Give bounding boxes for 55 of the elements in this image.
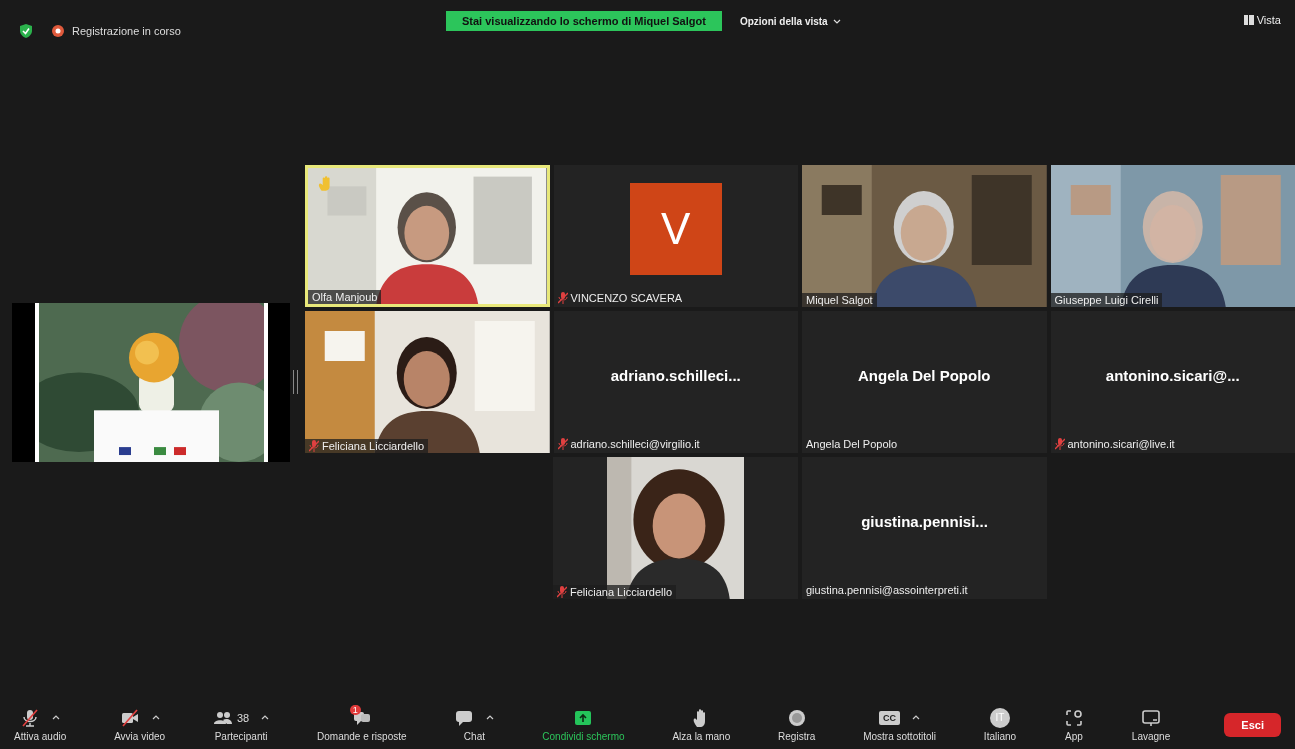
participant-count: 38 bbox=[236, 711, 250, 724]
participant-name: antonino.sicari@... bbox=[1105, 366, 1240, 384]
apps-icon bbox=[1063, 707, 1084, 728]
muted-mic-icon bbox=[1054, 438, 1065, 450]
captions-icon: CC bbox=[879, 710, 901, 725]
muted-mic-icon bbox=[557, 438, 568, 450]
toolbar-button[interactable]: Chat bbox=[450, 707, 499, 742]
caret-icon[interactable] bbox=[486, 715, 495, 720]
shield-icon[interactable] bbox=[20, 24, 32, 38]
toolbar-button[interactable]: Lavagne bbox=[1127, 707, 1175, 742]
record-icon bbox=[52, 25, 64, 37]
view-options-button[interactable]: Opzioni della vista bbox=[733, 14, 848, 28]
whiteboard-icon bbox=[1141, 707, 1161, 728]
caret-icon[interactable] bbox=[52, 715, 61, 720]
toolbar-button[interactable]: Attiva audio bbox=[10, 707, 71, 742]
layout-icon bbox=[1243, 15, 1254, 25]
caret-icon[interactable] bbox=[261, 715, 270, 720]
caret-icon[interactable] bbox=[912, 715, 921, 720]
avatar: V bbox=[629, 183, 722, 275]
toolbar-button[interactable]: 1 Domande e risposte bbox=[313, 707, 411, 742]
muted-mic-icon bbox=[557, 292, 568, 304]
toolbar-button[interactable]: 38 Partecipanti bbox=[208, 707, 274, 742]
camera-icon bbox=[119, 707, 140, 728]
participant-name: adriano.schilleci... bbox=[610, 366, 741, 384]
name-label: Angela Del Popolo bbox=[806, 438, 898, 450]
sharing-banner: Stai visualizzando lo schermo di Miquel Salgot bbox=[446, 11, 722, 31]
name-label: Feliciana Licciardello bbox=[322, 440, 425, 452]
toolbar-button[interactable]: Registra bbox=[774, 707, 820, 742]
record-icon bbox=[786, 707, 807, 728]
leave-button[interactable]: Esci bbox=[1224, 712, 1281, 737]
muted-mic-icon bbox=[309, 440, 319, 452]
recording-status: Registrazione in corso bbox=[72, 25, 181, 37]
drag-handle[interactable] bbox=[293, 370, 298, 394]
view-button[interactable]: Vista bbox=[1237, 13, 1287, 27]
mic-icon bbox=[20, 707, 41, 728]
toolbar-button[interactable]: Alza la mano bbox=[668, 707, 735, 742]
name-label: Feliciana Licciardello bbox=[570, 586, 673, 598]
caret-icon[interactable] bbox=[151, 715, 160, 720]
chevron-down-icon bbox=[833, 19, 842, 25]
toolbar-button[interactable]: App bbox=[1059, 707, 1088, 742]
participant-name: Angela Del Popolo bbox=[858, 366, 991, 384]
name-label: VINCENZO SCAVERA bbox=[570, 292, 683, 304]
muted-mic-icon bbox=[557, 586, 567, 598]
toolbar-button[interactable]: Avvia video bbox=[110, 707, 170, 742]
raised-hand-icon bbox=[318, 176, 332, 192]
name-label: Giuseppe Luigi Cirelli bbox=[1054, 294, 1159, 306]
name-label: Olfa Manjoub bbox=[312, 291, 378, 303]
name-label: Miquel Salgot bbox=[806, 294, 873, 306]
toolbar-button[interactable]: Condividi schermo bbox=[538, 707, 629, 742]
notification-badge: 1 bbox=[349, 704, 361, 715]
participant-name: giustina.pennisi... bbox=[861, 512, 988, 530]
name-label: giustina.pennisi@assointerpreti.it bbox=[806, 584, 968, 596]
toolbar-button[interactable]: CC Mostra sottotitoli bbox=[859, 707, 940, 742]
name-label: adriano.schilleci@virgilio.it bbox=[570, 438, 700, 450]
name-label: antonino.sicari@live.it bbox=[1067, 438, 1175, 450]
